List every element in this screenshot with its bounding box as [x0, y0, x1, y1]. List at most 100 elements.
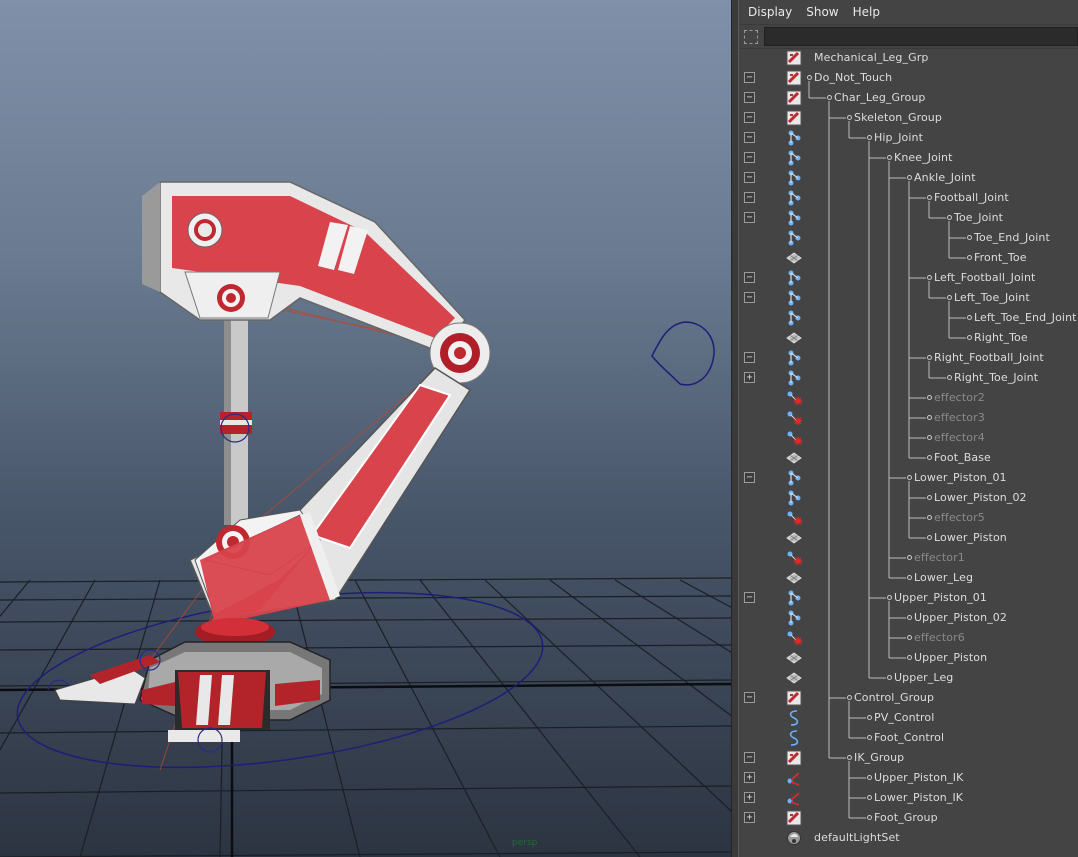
outliner-node-label: Do_Not_Touch — [814, 71, 893, 84]
menu-display[interactable]: Display — [741, 0, 799, 24]
outliner-row[interactable]: effector1 — [739, 548, 1078, 568]
light-set-icon — [785, 829, 803, 847]
collapse-icon[interactable]: − — [744, 72, 755, 83]
outliner-row[interactable]: − Left_Football_Joint — [739, 268, 1078, 288]
outliner-node-label: Hip_Joint — [874, 131, 924, 144]
outliner-row[interactable]: + Lower_Piston_IK — [739, 788, 1078, 808]
outliner-row[interactable]: Left_Toe_End_Joint — [739, 308, 1078, 328]
perspective-viewport[interactable]: persp — [0, 0, 731, 857]
collapse-icon[interactable]: − — [744, 212, 755, 223]
outliner-row[interactable]: − Knee_Joint — [739, 148, 1078, 168]
outliner-row[interactable]: + Foot_Group — [739, 808, 1078, 828]
collapse-icon[interactable]: − — [744, 132, 755, 143]
expand-icon[interactable]: + — [744, 792, 755, 803]
collapse-icon[interactable]: − — [744, 272, 755, 283]
outliner-row[interactable]: − Toe_Joint — [739, 208, 1078, 228]
tree-node-dot — [907, 555, 912, 560]
collapse-icon[interactable]: − — [744, 172, 755, 183]
tree-node-dot — [927, 495, 932, 500]
outliner-row[interactable]: − Upper_Piston_01 — [739, 588, 1078, 608]
outliner-row[interactable]: Toe_End_Joint — [739, 228, 1078, 248]
outliner-node-label: Upper_Piston_01 — [894, 591, 987, 604]
tree-node-dot — [927, 195, 932, 200]
collapse-icon[interactable]: − — [744, 352, 755, 363]
pv-control-curve[interactable] — [651, 321, 715, 386]
outliner-row[interactable]: − Right_Football_Joint — [739, 348, 1078, 368]
menu-show[interactable]: Show — [799, 0, 845, 24]
expand-icon[interactable]: + — [744, 372, 755, 383]
outliner-row[interactable]: Upper_Piston — [739, 648, 1078, 668]
outliner-row[interactable]: − Do_Not_Touch — [739, 68, 1078, 88]
outliner-row[interactable]: + Upper_Piston_IK — [739, 768, 1078, 788]
outliner-row[interactable]: effector2 — [739, 388, 1078, 408]
tree-node-dot — [927, 355, 932, 360]
outliner-row[interactable]: − Skeleton_Group — [739, 108, 1078, 128]
outliner-panel: Display Show Help Mechanical_Leg_Grp − Do_… — [739, 0, 1078, 857]
outliner-row[interactable]: − Football_Joint — [739, 188, 1078, 208]
outliner-row[interactable]: Foot_Control — [739, 728, 1078, 748]
outliner-node-label: effector1 — [914, 551, 965, 564]
outliner-node-label: Lower_Leg — [914, 571, 974, 584]
outliner-node-label: effector6 — [914, 631, 965, 644]
outliner-row[interactable]: Mechanical_Leg_Grp — [739, 48, 1078, 68]
collapse-icon[interactable]: − — [744, 472, 755, 483]
mesh-icon — [785, 449, 803, 467]
outliner-row[interactable]: defaultLightSet — [739, 828, 1078, 848]
outliner-tree[interactable]: Mechanical_Leg_Grp − Do_Not_Touch − Char_Leg… — [739, 48, 1078, 857]
collapse-icon[interactable]: − — [744, 752, 755, 763]
tree-node-dot — [947, 215, 952, 220]
outliner-node-label: effector5 — [934, 511, 985, 524]
outliner-row[interactable]: Lower_Piston — [739, 528, 1078, 548]
outliner-row[interactable]: − Lower_Piston_01 — [739, 468, 1078, 488]
tree-node-dot — [847, 115, 852, 120]
ik-handle-icon — [785, 789, 803, 807]
outliner-filter-input[interactable] — [764, 27, 1078, 46]
collapse-icon[interactable]: − — [744, 152, 755, 163]
outliner-row[interactable]: Right_Toe — [739, 328, 1078, 348]
outliner-row[interactable]: Front_Toe — [739, 248, 1078, 268]
expand-icon[interactable]: + — [744, 812, 755, 823]
outliner-node-label: Lower_Piston — [934, 531, 1007, 544]
menu-help[interactable]: Help — [846, 0, 887, 24]
outliner-row[interactable]: − Ankle_Joint — [739, 168, 1078, 188]
outliner-row[interactable]: + Right_Toe_Joint — [739, 368, 1078, 388]
outliner-row[interactable]: − Control_Group — [739, 688, 1078, 708]
tree-node-dot — [947, 295, 952, 300]
outliner-row[interactable]: Lower_Piston_02 — [739, 488, 1078, 508]
outliner-row[interactable]: PV_Control — [739, 708, 1078, 728]
collapse-icon[interactable]: − — [744, 112, 755, 123]
mesh-icon — [785, 569, 803, 587]
tree-node-dot — [967, 255, 972, 260]
outliner-row[interactable]: Foot_Base — [739, 448, 1078, 468]
collapse-icon[interactable]: − — [744, 692, 755, 703]
outliner-row[interactable]: Upper_Leg — [739, 668, 1078, 688]
curve-icon — [785, 709, 803, 727]
expand-icon[interactable]: + — [744, 772, 755, 783]
outliner-row[interactable]: effector3 — [739, 408, 1078, 428]
tree-node-dot — [867, 815, 872, 820]
panel-splitter[interactable] — [731, 0, 739, 857]
filter-bar — [739, 25, 1078, 49]
collapse-icon[interactable]: − — [744, 92, 755, 103]
outliner-row[interactable]: − Char_Leg_Group — [739, 88, 1078, 108]
outliner-row[interactable]: effector4 — [739, 428, 1078, 448]
outliner-row[interactable]: Lower_Leg — [739, 568, 1078, 588]
outliner-row[interactable]: − Hip_Joint — [739, 128, 1078, 148]
tree-node-dot — [907, 615, 912, 620]
outliner-row[interactable]: − IK_Group — [739, 748, 1078, 768]
outliner-row[interactable]: effector5 — [739, 508, 1078, 528]
transform-icon — [785, 809, 803, 827]
tree-node-dot — [927, 395, 932, 400]
effector-icon — [785, 509, 803, 527]
collapse-icon[interactable]: − — [744, 192, 755, 203]
filter-options-icon[interactable] — [744, 29, 758, 44]
outliner-row[interactable]: effector6 — [739, 628, 1078, 648]
outliner-node-label: IK_Group — [854, 751, 905, 764]
outliner-node-label: effector4 — [934, 431, 985, 444]
outliner-row[interactable]: Upper_Piston_02 — [739, 608, 1078, 628]
outliner-node-label: Lower_Piston_IK — [874, 791, 964, 804]
collapse-icon[interactable]: − — [744, 592, 755, 603]
collapse-icon[interactable]: − — [744, 292, 755, 303]
tree-node-dot — [887, 155, 892, 160]
outliner-row[interactable]: − Left_Toe_Joint — [739, 288, 1078, 308]
